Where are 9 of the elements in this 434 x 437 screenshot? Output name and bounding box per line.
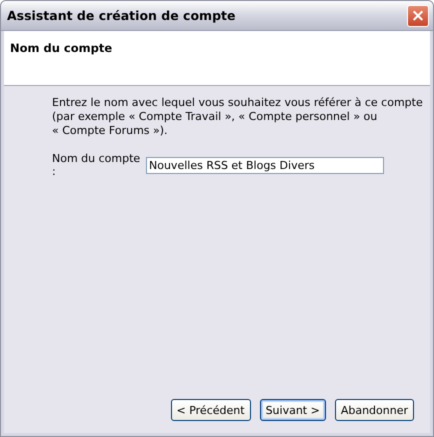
window-title: Assistant de création de compte: [7, 8, 236, 23]
wizard-button[interactable]: < Précédent: [170, 399, 251, 421]
account-name-field[interactable]: Nouvelles RSS et Blogs Divers: [146, 156, 384, 174]
description: Entrez le nom avec lequel vous souhaitez vous référer à ce compte (par exemple « Compte Travail », « Compte personnel » ou « Compte Forums »).: [52, 96, 424, 138]
page-title: Nom du compte: [10, 41, 112, 55]
close-button[interactable]: ×: [407, 4, 429, 26]
wizard-button[interactable]: Suivant >: [260, 399, 326, 421]
field-label: Nom du compte :: [52, 152, 142, 178]
wizard-button[interactable]: Abandonner: [334, 399, 414, 421]
